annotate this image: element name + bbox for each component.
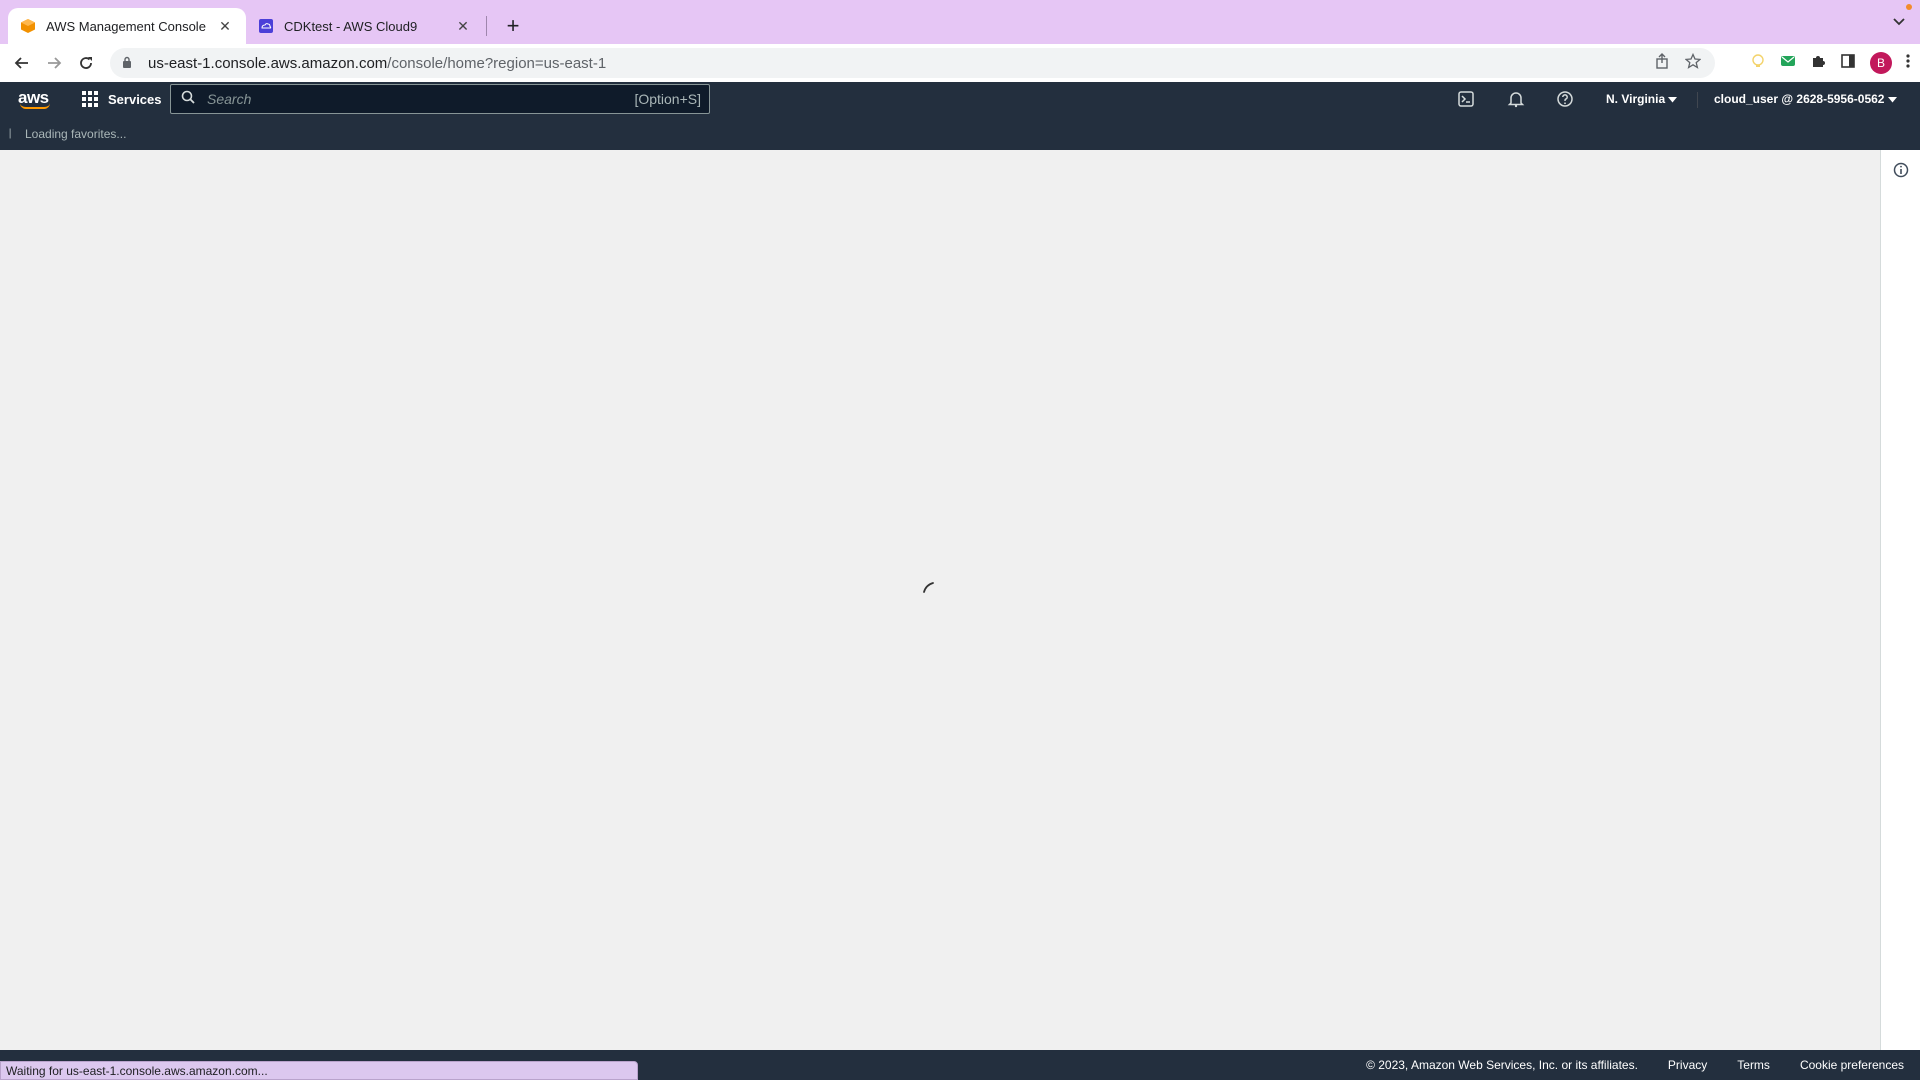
lock-icon[interactable] [122,55,134,72]
favorites-bar: ❘ Loading favorites... [0,116,1920,150]
forward-arrow-icon[interactable] [38,47,70,79]
browser-toolbar: us-east-1.console.aws.amazon.com/console… [0,44,1920,82]
aws-cube-icon [20,18,36,34]
url-host: us-east-1.console.aws.amazon.com [148,54,388,72]
omnibox-actions [1655,48,1702,78]
header-divider [1697,92,1698,108]
browser-tab-strip: AWS Management Console ✕ CDKtest - AWS C… [0,0,1920,44]
aws-logo[interactable]: aws [18,88,50,109]
cloud9-icon [258,18,274,34]
help-question-icon[interactable] [1555,89,1575,109]
url-path: /console/home?region=us-east-1 [387,54,607,72]
side-panel-icon[interactable] [1840,53,1856,74]
unified-search[interactable]: [Option+S] [170,84,710,114]
close-tab-icon[interactable]: ✕ [454,17,472,35]
new-tab-button[interactable]: + [500,13,526,39]
tab-separator [486,16,487,36]
footer-link-cookie-preferences[interactable]: Cookie preferences [1800,1058,1904,1072]
favorites-loading-text: Loading favorites... [25,127,127,141]
region-label: N. Virginia [1606,92,1666,106]
address-bar[interactable]: us-east-1.console.aws.amazon.com/console… [110,48,1715,78]
footer-link-terms[interactable]: Terms [1737,1058,1770,1072]
account-menu[interactable]: cloud_user @ 2628-5956-0562 [1714,92,1897,106]
tools-panel-rail [1880,150,1920,1050]
caret-down-icon [1668,92,1678,106]
extension-mail-icon[interactable] [1780,54,1796,73]
search-icon [181,90,199,109]
region-selector[interactable]: N. Virginia [1606,92,1678,106]
search-input[interactable] [199,86,635,112]
extension-lightbulb-icon[interactable] [1750,53,1766,74]
tab-title: CDKtest - AWS Cloud9 [284,18,418,34]
console-main-content [0,150,1880,1050]
back-arrow-icon[interactable] [6,47,38,79]
aws-top-nav: aws Services [Option+S] N. Virginia [0,82,1920,116]
notifications-bell-icon[interactable] [1506,89,1526,109]
cloudshell-icon[interactable] [1456,89,1476,109]
caret-down-icon [1887,92,1897,106]
info-icon[interactable] [1893,162,1909,183]
favorites-bar-marker-icon: ❘ [6,128,15,139]
services-label: Services [108,91,162,107]
close-tab-icon[interactable]: ✕ [216,17,234,35]
extensions-bar: B [1750,44,1910,82]
reload-icon[interactable] [70,47,102,79]
update-dot-icon [1906,4,1912,10]
account-label: cloud_user @ 2628-5956-0562 [1714,92,1885,106]
extensions-puzzle-icon[interactable] [1810,53,1826,74]
services-menu-button[interactable]: Services [82,91,162,107]
footer-links: © 2023, Amazon Web Services, Inc. or its… [1366,1050,1904,1080]
browser-menu-kebab-icon[interactable] [1906,53,1910,74]
footer-link-privacy[interactable]: Privacy [1668,1058,1707,1072]
tab-cdktest-cloud9[interactable]: CDKtest - AWS Cloud9 ✕ [246,8,484,44]
share-icon[interactable] [1655,53,1669,73]
search-shortcut-hint: [Option+S] [634,91,701,107]
footer-copyright: © 2023, Amazon Web Services, Inc. or its… [1366,1058,1638,1072]
tab-aws-management-console[interactable]: AWS Management Console ✕ [8,8,246,44]
bookmark-star-icon[interactable] [1684,52,1702,73]
loading-spinner-icon [923,582,934,593]
tab-search-chevron-icon[interactable] [1892,14,1906,30]
aws-logo-text: aws [18,88,49,107]
browser-status-bubble: Waiting for us-east-1.console.aws.amazon… [0,1061,638,1080]
tab-title: AWS Management Console [46,18,206,34]
services-grid-icon [82,91,98,107]
profile-avatar[interactable]: B [1870,52,1892,74]
